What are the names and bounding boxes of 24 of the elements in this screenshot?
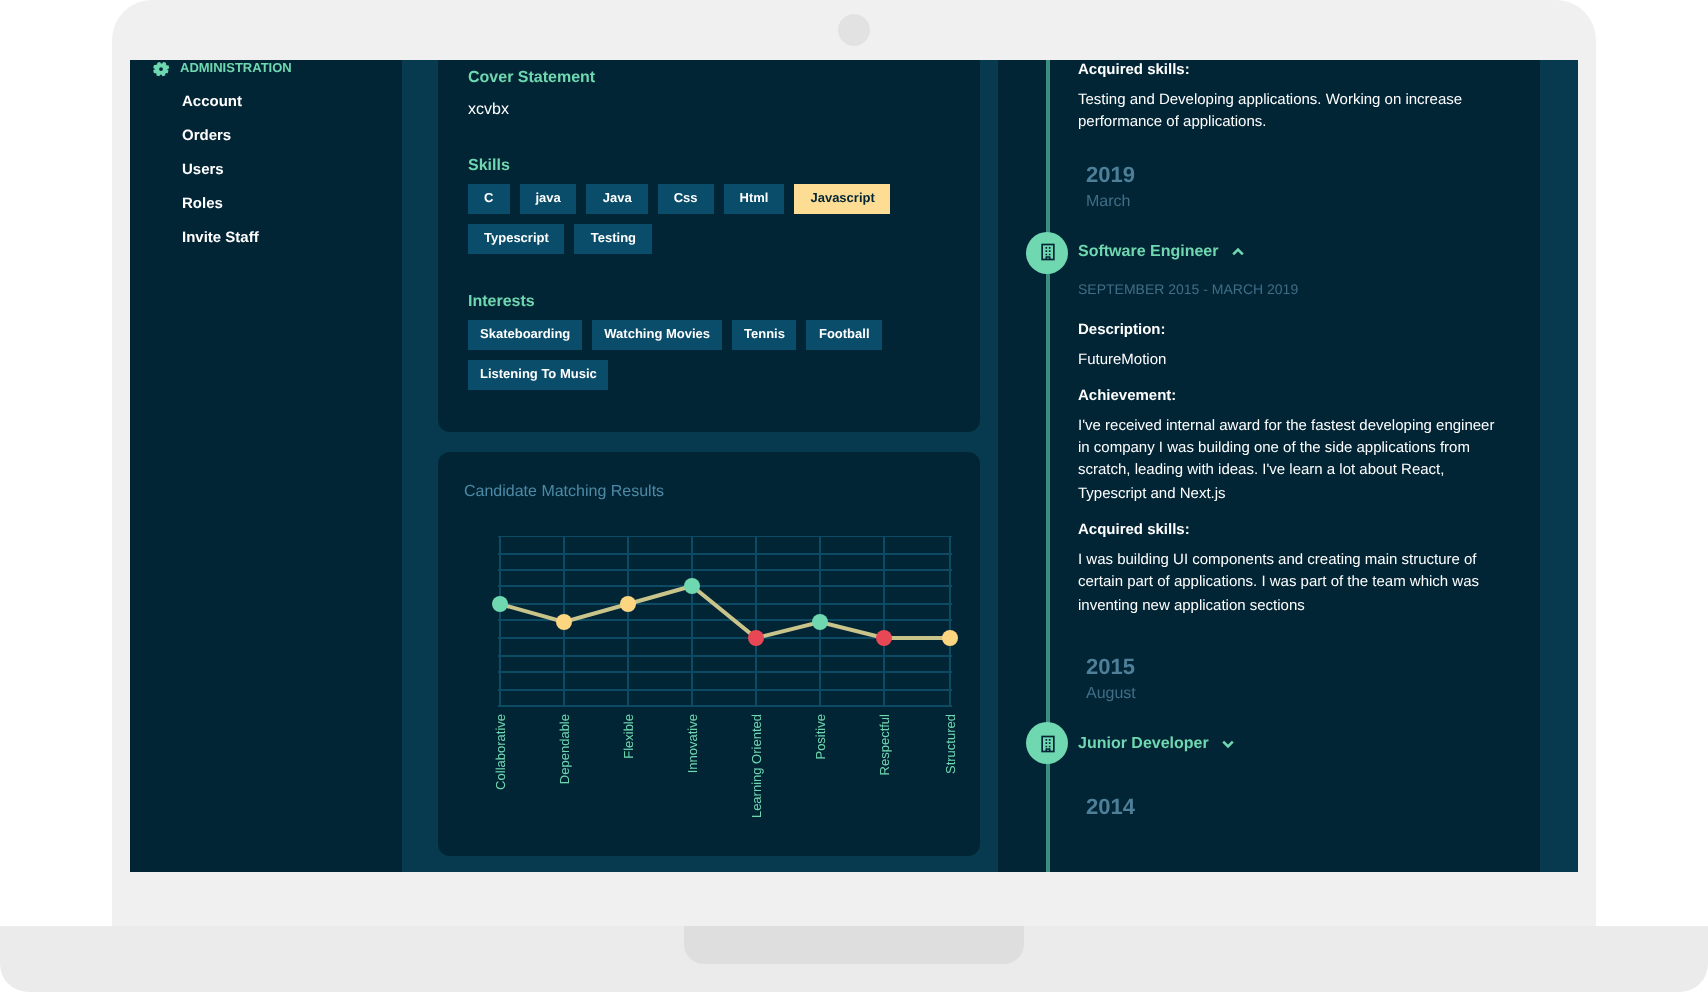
- job-title-toggle[interactable]: Junior Developer: [1078, 731, 1237, 756]
- year-label: 2014: [1086, 795, 1137, 822]
- chevron-up-icon: [1230, 244, 1247, 260]
- data-point: [620, 596, 636, 612]
- building-icon: [1026, 231, 1068, 273]
- data-point: [876, 630, 892, 646]
- job-title-toggle[interactable]: Software Engineer: [1078, 240, 1247, 264]
- section-heading: Cover Statement: [468, 66, 598, 90]
- section-heading: Skills: [468, 154, 512, 178]
- building-icon: [1026, 722, 1068, 765]
- section-heading: Interests: [468, 290, 537, 314]
- data-point: [748, 630, 764, 646]
- data-point: [492, 596, 508, 612]
- data-point: [942, 630, 958, 646]
- year-label: 2019: [1086, 164, 1137, 190]
- cover-statement-text: xcvbx: [468, 98, 511, 122]
- data-point: [812, 614, 828, 630]
- month-label: March: [1086, 190, 1133, 212]
- chevron-down-icon: [1220, 735, 1237, 752]
- month-label: August: [1086, 681, 1138, 704]
- data-point: [556, 614, 572, 630]
- year-label: 2015: [1086, 655, 1137, 682]
- data-point: [684, 578, 700, 594]
- chart-title: Candidate Matching Results: [464, 480, 667, 504]
